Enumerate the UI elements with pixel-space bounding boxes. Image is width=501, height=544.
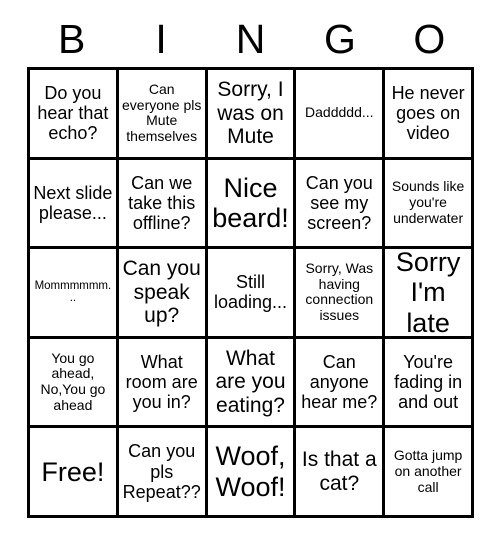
- bingo-cell[interactable]: What room are you in?: [118, 338, 208, 429]
- bingo-cell[interactable]: Next slide please...: [30, 159, 119, 250]
- bingo-cell[interactable]: Can we take this offline?: [118, 159, 208, 250]
- header-letter-i: I: [155, 15, 167, 62]
- bingo-card: B I N G O Do you hear that echo? Can ever…: [0, 0, 501, 544]
- bingo-cell[interactable]: Can anyone hear me?: [296, 338, 386, 429]
- bingo-cell[interactable]: Mommmmmm...: [30, 249, 119, 339]
- bingo-header: B I N G O: [27, 14, 474, 64]
- bingo-cell[interactable]: You go ahead, No,You go ahead: [30, 338, 119, 429]
- bingo-cell-label: What room are you in?: [125, 351, 198, 413]
- bingo-cell-label: Daddddd...: [305, 104, 374, 121]
- bingo-cell[interactable]: He never goes on video: [385, 70, 474, 160]
- header-letter-b: B: [58, 15, 86, 62]
- bingo-cell[interactable]: Sorry I'm late: [385, 249, 474, 339]
- bingo-cell-label: Can you speak up?: [122, 257, 201, 328]
- bingo-cell[interactable]: What are you eating?: [207, 338, 297, 429]
- bingo-cell-label: Can you pls Repeat??: [122, 441, 201, 502]
- bingo-cell-label: Sounds like you're underwater: [391, 178, 465, 226]
- bingo-cell[interactable]: Gotta jump on another call: [385, 428, 474, 518]
- bingo-cell-label: Can we take this offline?: [128, 172, 196, 233]
- bingo-cell-label: Sorry, Was having connection issues: [305, 260, 374, 324]
- bingo-cell-label: Do you hear that echo?: [37, 83, 109, 144]
- bingo-cell-label: Can everyone pls Mute themselves: [122, 80, 202, 144]
- bingo-cell-label: Can anyone hear me?: [301, 351, 378, 413]
- bingo-cell-label: Next slide please...: [33, 182, 113, 223]
- bingo-cell-label: Still loading...: [213, 272, 288, 313]
- bingo-cell-label: Sorry I'm late: [395, 249, 461, 338]
- bingo-cell[interactable]: You're fading in and out: [385, 338, 474, 429]
- bingo-cell-label: What are you eating?: [215, 346, 286, 417]
- bingo-cell-label: Can you see my screen?: [305, 172, 373, 233]
- bingo-cell[interactable]: Sounds like you're underwater: [385, 159, 474, 250]
- bingo-cell[interactable]: Is that a cat?: [296, 428, 386, 518]
- bingo-cell[interactable]: Can you see my screen?: [296, 159, 386, 250]
- bingo-cell[interactable]: Free!: [30, 428, 119, 518]
- bingo-cell[interactable]: Can everyone pls Mute themselves: [118, 70, 208, 160]
- bingo-cell[interactable]: Nice beard!: [207, 159, 297, 250]
- bingo-cell[interactable]: Sorry, Was having connection issues: [296, 249, 386, 339]
- bingo-cell-label: Woof, Woof!: [215, 441, 286, 502]
- bingo-cell[interactable]: Can you speak up?: [118, 249, 208, 339]
- header-letter-o: O: [413, 15, 446, 62]
- bingo-cell-label: Mommmmmm...: [34, 279, 112, 305]
- bingo-cell-label: Is that a cat?: [301, 448, 377, 495]
- bingo-cell-label: Sorry, I was on Mute: [217, 78, 284, 149]
- bingo-cell-label: You go ahead, No,You go ahead: [40, 349, 106, 413]
- bingo-cell-label: Gotta jump on another call: [393, 447, 463, 495]
- header-letter-g: G: [323, 15, 356, 62]
- bingo-cell[interactable]: Can you pls Repeat??: [118, 428, 208, 518]
- bingo-cell[interactable]: Sorry, I was on Mute: [207, 70, 297, 160]
- bingo-cell-label: He never goes on video: [391, 83, 465, 144]
- bingo-cell-label: Nice beard!: [212, 172, 289, 233]
- header-letter-n: N: [235, 15, 266, 62]
- bingo-cell-label: You're fading in and out: [394, 351, 463, 413]
- bingo-cell[interactable]: Daddddd...: [296, 70, 386, 160]
- bingo-cell[interactable]: Still loading...: [207, 249, 297, 339]
- bingo-cell-label: Free!: [41, 456, 105, 487]
- bingo-cell[interactable]: Woof, Woof!: [207, 428, 297, 518]
- bingo-cell[interactable]: Do you hear that echo?: [30, 70, 119, 160]
- bingo-grid: Do you hear that echo? Can everyone pls M…: [27, 67, 474, 518]
